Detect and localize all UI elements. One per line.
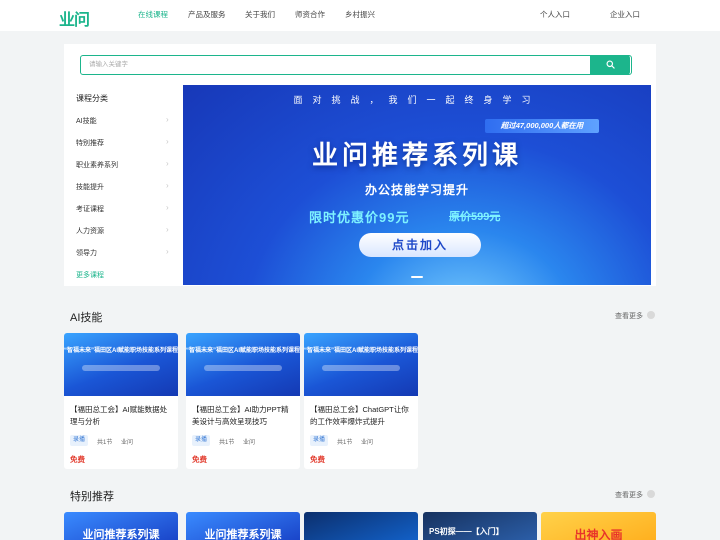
special-view-more-link[interactable]: 查看更多 [615, 490, 643, 500]
course-type-badge: 录播 [310, 435, 329, 446]
nav-online-courses[interactable]: 在线课程 [138, 0, 168, 31]
chevron-right-icon: › [166, 137, 169, 146]
ai-view-more-link[interactable]: 查看更多 [615, 311, 643, 321]
course-org: 业问 [361, 440, 374, 446]
course-card[interactable]: “智福未来”福田区AI赋能职场技能系列课程 【福田总工会】AI助力PPT精美设计… [186, 333, 300, 469]
nav-products-services[interactable]: 产品及服务 [188, 0, 226, 31]
thumbnail-heading: “智福未来”福田区AI赋能职场技能系列课程 [304, 348, 418, 354]
chevron-right-icon: › [166, 225, 169, 234]
thumbnail-bar [322, 365, 400, 371]
category-label: 职业素养系列 [76, 162, 118, 169]
category-item-special[interactable]: 特别推荐 › [64, 132, 182, 154]
more-courses-link[interactable]: 更多课程 [76, 270, 104, 280]
search-box[interactable]: 请输入关键字 [80, 55, 632, 75]
thumbnail-bar [82, 365, 160, 371]
banner-subtitle: 办公技能学习提升 [364, 183, 469, 197]
course-price: 免费 [70, 455, 85, 464]
course-price: 免费 [310, 455, 325, 464]
course-type-badge: 录播 [192, 435, 211, 446]
category-title: 课程分类 [76, 94, 108, 103]
personal-entry-link[interactable]: 个人入口 [540, 0, 570, 31]
special-course-card[interactable]: 业问推荐系列课 [64, 512, 178, 540]
category-item-leadership[interactable]: 领导力 › [64, 242, 182, 264]
search-input[interactable]: 请输入关键字 [89, 56, 128, 74]
course-card[interactable]: “智福未来”福田区AI赋能职场技能系列课程 【福田总工会】ChatGPT让你的工… [304, 333, 418, 469]
lesson-count: 共1节 [337, 440, 353, 446]
category-item-hr[interactable]: 人力资源 › [64, 220, 182, 242]
course-price: 免费 [192, 455, 207, 464]
course-thumbnail: “智福未来”福田区AI赋能职场技能系列课程 [186, 333, 300, 396]
lesson-count: 共1节 [219, 440, 235, 446]
arrow-circle-icon[interactable] [647, 490, 655, 498]
thumbnail-bar [204, 365, 282, 371]
category-label: 技能提升 [76, 184, 104, 191]
course-title[interactable]: 【福田总工会】ChatGPT让你的工作效率爆炸式提升 [310, 404, 414, 428]
category-label: 考证课程 [76, 206, 104, 213]
category-item-certification[interactable]: 考证课程 › [64, 198, 182, 220]
thumbnail-heading: “智福未来”福田区AI赋能职场技能系列课程 [186, 348, 300, 354]
banner-title: 业问推荐系列课 [311, 140, 522, 170]
banner-user-count-badge: 超过47,000,000人都在用 [485, 119, 599, 133]
special-course-card[interactable]: PS初探——【入门】 [423, 512, 537, 540]
category-item-ai[interactable]: AI技能 › [64, 110, 182, 132]
special-course-card[interactable]: 业问推荐系列课 [186, 512, 300, 540]
course-title[interactable]: 【福田总工会】AI助力PPT精美设计与高效呈现技巧 [192, 404, 296, 428]
banner-join-button[interactable]: 点击加入 [359, 233, 481, 257]
category-label: 特别推荐 [76, 140, 104, 147]
search-button[interactable] [590, 55, 630, 75]
top-header: 业问 在线课程 产品及服务 关于我们 师资合作 乡村振兴 个人入口 企业入口 [0, 0, 720, 31]
card-heading: 业问推荐系列课 [204, 529, 282, 540]
category-label: AI技能 [76, 118, 97, 125]
course-org: 业问 [121, 440, 134, 446]
special-course-card[interactable] [304, 512, 418, 540]
special-course-card[interactable]: 出神入画 [541, 512, 656, 540]
banner-sale-price: 限时优惠价99元 [309, 210, 410, 225]
course-type-badge: 录播 [70, 435, 89, 446]
card-heading: PS初探——【入门】 [429, 527, 504, 536]
course-thumbnail: “智福未来”福田区AI赋能职场技能系列课程 [304, 333, 418, 396]
category-label: 领导力 [76, 250, 97, 257]
category-label: 人力资源 [76, 228, 104, 235]
nav-about-us[interactable]: 关于我们 [245, 0, 275, 31]
enterprise-entry-link[interactable]: 企业入口 [610, 0, 640, 31]
search-icon [606, 60, 615, 69]
nav-rural-revitalization[interactable]: 乡村振兴 [345, 0, 375, 31]
nav-teacher-cooperation[interactable]: 师资合作 [295, 0, 325, 31]
chevron-right-icon: › [166, 115, 169, 124]
card-heading: 业问推荐系列课 [82, 529, 160, 540]
hero-banner[interactable]: 面对挑战，我们一起终身学习 超过47,000,000人都在用 业问推荐系列课 办… [183, 85, 651, 285]
category-item-professional[interactable]: 职业素养系列 › [64, 154, 182, 176]
course-card[interactable]: “智福未来”福田区AI赋能职场技能系列课程 【福田总工会】AI赋能数据处理与分析… [64, 333, 178, 469]
chevron-right-icon: › [166, 181, 169, 190]
logo[interactable]: 业问 [59, 6, 90, 30]
thumbnail-heading: “智福未来”福田区AI赋能职场技能系列课程 [64, 348, 178, 354]
lesson-count: 共1节 [97, 440, 113, 446]
arrow-circle-icon[interactable] [647, 311, 655, 319]
carousel-indicator[interactable] [411, 276, 423, 278]
chevron-right-icon: › [166, 203, 169, 212]
chevron-right-icon: › [166, 159, 169, 168]
section-title-special: 特别推荐 [70, 491, 114, 503]
section-title-ai: AI技能 [70, 312, 103, 324]
banner-slogan: 面对挑战，我们一起终身学习 [293, 95, 541, 105]
course-title[interactable]: 【福田总工会】AI赋能数据处理与分析 [70, 404, 174, 428]
card-heading: 出神入画 [574, 528, 623, 540]
course-thumbnail: “智福未来”福田区AI赋能职场技能系列课程 [64, 333, 178, 396]
banner-original-price: 原价599元 [449, 211, 501, 223]
course-org: 业问 [243, 440, 256, 446]
chevron-right-icon: › [166, 247, 169, 256]
category-item-skills[interactable]: 技能提升 › [64, 176, 182, 198]
